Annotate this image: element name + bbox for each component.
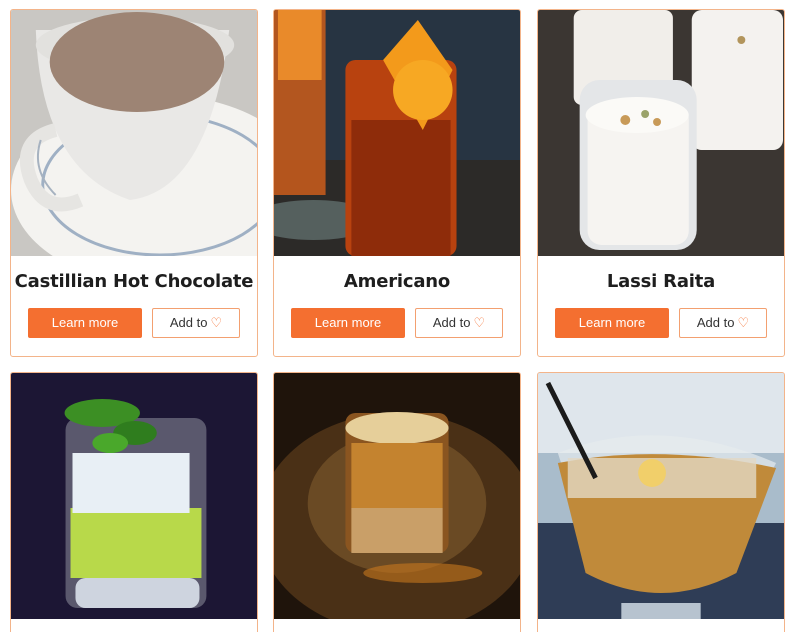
learn-more-button[interactable]: Learn more <box>28 308 142 338</box>
add-to-label: Add to <box>696 315 735 330</box>
learn-more-button[interactable]: Learn more <box>291 308 405 338</box>
heart-outline-icon: ♡ <box>210 315 223 330</box>
add-to-favorites-button[interactable]: Add to ♡ <box>152 308 240 338</box>
card-actions: Learn more Add to ♡ <box>538 308 784 338</box>
drink-card <box>10 372 258 632</box>
heart-outline-icon: ♡ <box>737 315 750 330</box>
drink-card-lassi-raita: Lassi Raita Learn more Add to ♡ <box>537 9 785 357</box>
drink-photo[interactable] <box>538 373 784 619</box>
heart-outline-icon: ♡ <box>473 315 486 330</box>
drink-title: Americano <box>343 271 451 292</box>
card-actions: Learn more Add to ♡ <box>11 308 257 338</box>
drink-photo[interactable] <box>538 10 784 256</box>
drink-card-castillian-hot-chocolate: Castillian Hot Chocolate Learn more Add … <box>10 9 258 357</box>
add-to-favorites-button[interactable]: Add to ♡ <box>415 308 503 338</box>
drink-photo[interactable] <box>274 373 520 619</box>
card-actions: Learn more Add to ♡ <box>274 308 520 338</box>
add-to-favorites-button[interactable]: Add to ♡ <box>679 308 767 338</box>
drink-photo[interactable] <box>274 10 520 256</box>
drink-photo[interactable] <box>11 10 257 256</box>
drink-card-americano: Americano Learn more Add to ♡ <box>273 9 521 357</box>
drink-grid: Castillian Hot Chocolate Learn more Add … <box>0 0 791 632</box>
add-to-label: Add to <box>169 315 208 330</box>
drink-card <box>273 372 521 632</box>
learn-more-button[interactable]: Learn more <box>555 308 669 338</box>
drink-title: Castillian Hot Chocolate <box>14 271 254 292</box>
drink-card <box>537 372 785 632</box>
drink-photo[interactable] <box>11 373 257 619</box>
add-to-label: Add to <box>432 315 471 330</box>
drink-title: Lassi Raita <box>606 271 716 292</box>
